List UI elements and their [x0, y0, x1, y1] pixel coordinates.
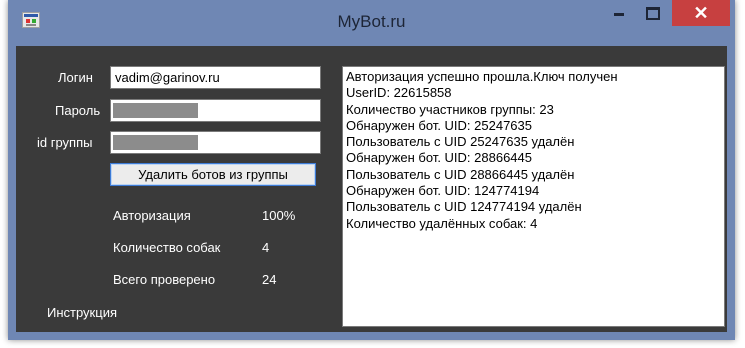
maximize-icon [646, 7, 660, 20]
log-line: Количество участников группы: 23 [346, 101, 554, 117]
checked-total-label: Всего проверено [113, 272, 216, 287]
group-id-label: id группы [37, 135, 93, 150]
login-label: Логин [58, 70, 93, 85]
remove-bots-button[interactable]: Удалить ботов из группы [110, 163, 316, 186]
log-line: Обнаружен бот. UID: 124774194 [346, 183, 540, 199]
masked-text [113, 103, 198, 118]
log-line: Пользователь с UID 25247635 удалён [346, 134, 575, 150]
group-id-input[interactable] [110, 131, 321, 154]
auth-label: Авторизация [113, 208, 191, 223]
log-line: Пользователь с UID 28866445 удалён [346, 166, 575, 182]
dogs-count-value: 4 [262, 240, 270, 255]
close-button[interactable]: ✕ [672, 0, 730, 26]
main-panel: Логин vadim@garinov.ru Пароль id группы … [16, 46, 727, 332]
minimize-button[interactable] [604, 0, 634, 26]
auth-value: 100% [262, 208, 296, 223]
checked-total-value: 24 [262, 272, 277, 287]
app-window: MyBot.ru ✕ Логин vadim@garinov.ru Пароль… [8, 0, 735, 340]
minimize-icon [614, 13, 624, 16]
log-line: Обнаружен бот. UID: 25247635 [346, 117, 532, 133]
instructions-link[interactable]: Инструкция [47, 305, 117, 320]
login-input[interactable]: vadim@garinov.ru [110, 66, 321, 89]
password-label: Пароль [55, 103, 101, 118]
title-bar[interactable]: MyBot.ru ✕ [8, 0, 735, 42]
password-input[interactable] [110, 99, 321, 122]
log-output[interactable]: Авторизация успешно прошла.Ключ получен … [342, 66, 725, 327]
log-line: Авторизация успешно прошла.Ключ получен [346, 69, 618, 84]
close-icon: ✕ [693, 3, 709, 23]
log-line: UserID: 22615858 [346, 85, 452, 101]
log-line: Количество удалённых собак: 4 [346, 215, 538, 231]
masked-text [113, 135, 198, 150]
log-line: Пользователь с UID 124774194 удалён [346, 199, 582, 215]
dogs-count-label: Количество собак [113, 240, 221, 255]
maximize-button[interactable] [638, 0, 668, 26]
log-line: Обнаружен бот. UID: 28866445 [346, 150, 532, 166]
